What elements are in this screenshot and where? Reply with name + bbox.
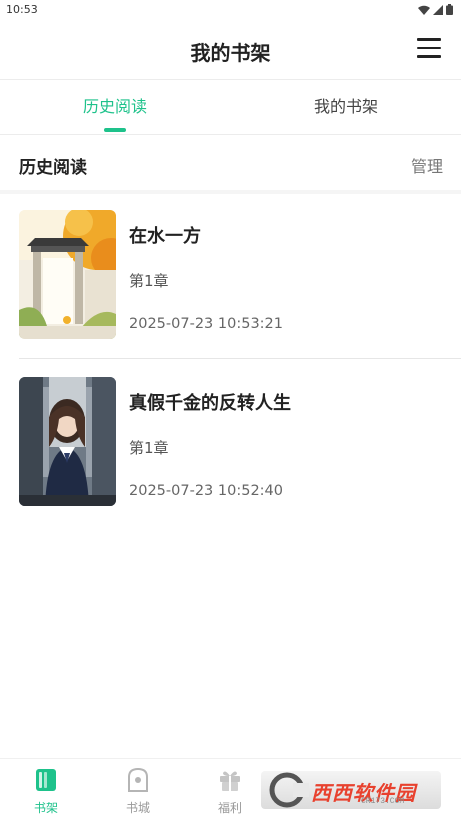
wifi-icon: [418, 5, 430, 15]
tab-bar: 历史阅读 我的书架: [0, 80, 461, 134]
nav-bookstore[interactable]: 书城: [108, 767, 168, 816]
tab-history[interactable]: 历史阅读: [0, 80, 230, 134]
watermark-logo: 西西软件园 CR173.COM: [261, 771, 441, 809]
nav-welfare[interactable]: 福利: [200, 767, 260, 816]
watermark-subtext: CR173.COM: [361, 797, 405, 806]
list-item[interactable]: 在水一方 第1章 2025-07-23 10:53:21: [0, 210, 461, 360]
section-gap: [0, 190, 461, 194]
book-last-read: 2025-07-23 10:53:21: [129, 316, 283, 332]
tab-history-label: 历史阅读: [82, 97, 147, 116]
status-time: 10:53: [6, 3, 38, 16]
battery-icon: [446, 4, 453, 15]
tab-my-shelf[interactable]: 我的书架: [231, 80, 461, 134]
book-last-read: 2025-07-23 10:52:40: [129, 483, 283, 499]
signal-icon: [433, 4, 443, 15]
page-title: 我的书架: [190, 41, 271, 65]
list-divider: [19, 358, 461, 359]
book-cover: [19, 377, 116, 506]
manage-button[interactable]: 管理: [411, 153, 443, 177]
book-chapter: 第1章: [129, 272, 169, 290]
status-icons: [418, 4, 453, 15]
book-cover: [19, 210, 116, 339]
bookshelf-icon: [36, 769, 56, 791]
list-item[interactable]: 真假千金的反转人生 第1章 2025-07-23 10:52:40: [0, 377, 461, 527]
gift-icon: [220, 771, 240, 791]
book-title: 在水一方: [129, 226, 201, 247]
status-bar: 10:53: [0, 0, 461, 22]
bookstore-icon: [128, 767, 148, 792]
history-section-header: 历史阅读 管理: [0, 135, 461, 193]
app-header: 我的书架: [0, 22, 461, 80]
menu-icon[interactable]: [417, 38, 441, 60]
book-title: 真假千金的反转人生: [129, 393, 291, 414]
nav-bookshelf-label: 书架: [33, 801, 58, 815]
nav-bookshelf[interactable]: 书架: [16, 767, 76, 816]
nav-welfare-label: 福利: [217, 801, 242, 815]
section-title: 历史阅读: [19, 158, 87, 178]
book-chapter: 第1章: [129, 439, 169, 457]
tab-my-shelf-label: 我的书架: [313, 97, 378, 116]
nav-bookstore-label: 书城: [125, 801, 150, 815]
tab-active-indicator: [104, 128, 126, 132]
